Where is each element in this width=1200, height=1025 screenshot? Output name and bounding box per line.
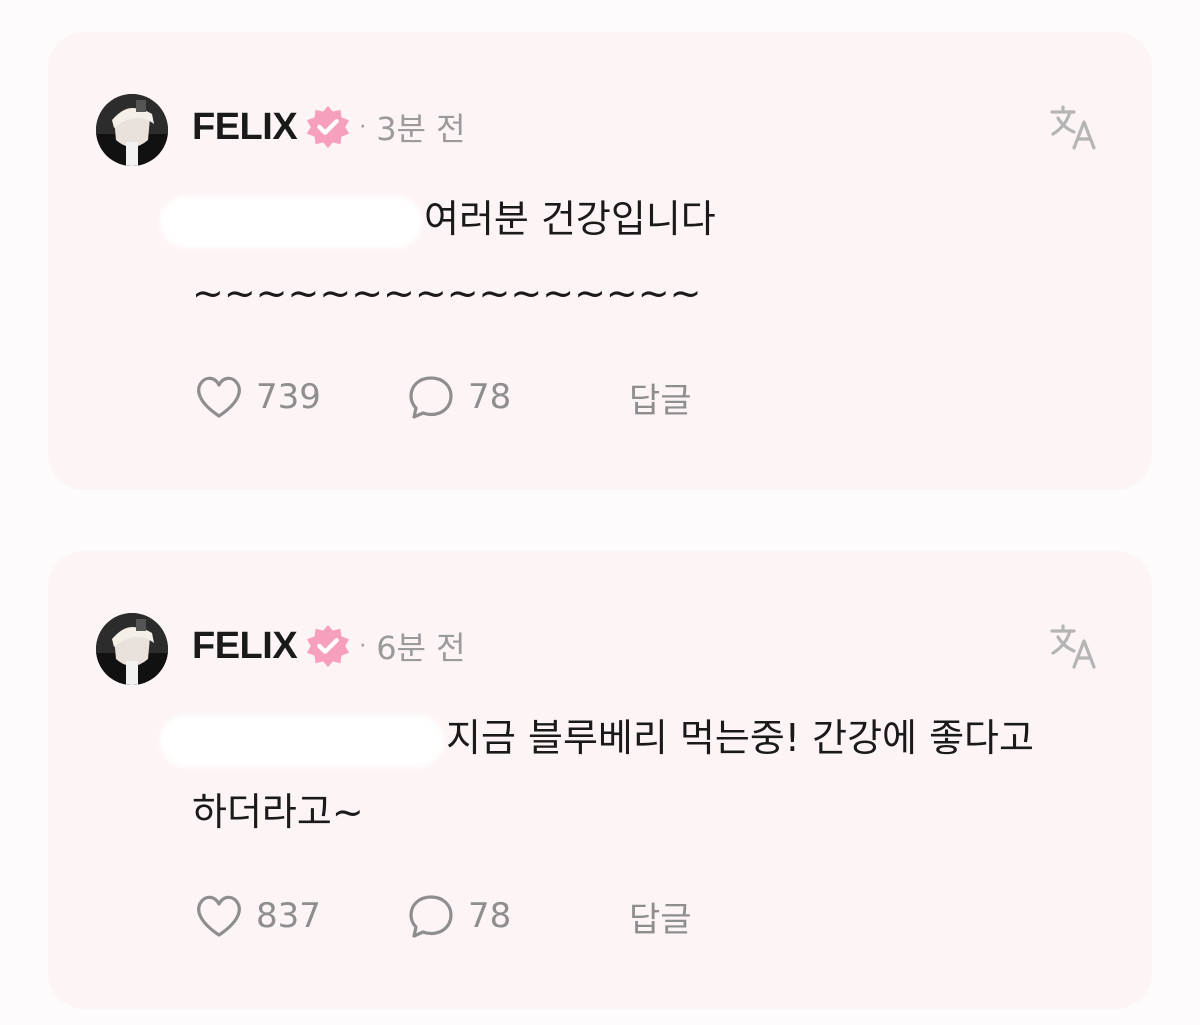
like-button[interactable]: 739	[192, 370, 404, 424]
translate-icon[interactable]	[1048, 102, 1100, 154]
comment-button[interactable]: 78	[404, 370, 629, 424]
comment-text-line: ~~~~~~~~~~~~~~~~	[192, 271, 702, 315]
separator-dot: ·	[359, 633, 367, 659]
heart-icon	[197, 376, 241, 418]
like-count: 837	[256, 896, 321, 936]
comment-actions: 739 78 답글	[192, 370, 692, 424]
comment-header: FELIX · 6분 전	[192, 621, 466, 671]
comment-feed: FELIX · 3분 전 여러분 건강입니다 ~~~~~~~~~~~~~~~~	[0, 0, 1200, 1025]
speech-bubble-icon	[409, 895, 453, 938]
reply-button[interactable]: 답글	[629, 892, 692, 941]
comment-text-line: 지금 블루베리 먹는중! 간강에 좋다고	[446, 716, 1034, 760]
redacted-mention	[166, 201, 416, 242]
comment-text-line: 하더라고~	[192, 790, 364, 834]
comment-card: FELIX · 3분 전 여러분 건강입니다 ~~~~~~~~~~~~~~~~	[48, 32, 1152, 490]
author-name[interactable]: FELIX	[192, 106, 298, 149]
timestamp: 3분 전	[376, 110, 466, 148]
heart-icon	[197, 895, 241, 937]
like-count: 739	[256, 377, 321, 417]
comment-card: FELIX · 6분 전 지금 블루베리 먹는중! 간강에 좋다고 하더라고~	[48, 551, 1152, 1009]
comment-button[interactable]: 78	[404, 889, 629, 943]
like-button[interactable]: 837	[192, 889, 404, 943]
comment-text: 지금 블루베리 먹는중! 간강에 좋다고 하더라고~	[166, 701, 1102, 849]
avatar[interactable]	[96, 613, 168, 685]
comment-actions: 837 78 답글	[192, 889, 692, 943]
verified-badge-icon	[307, 624, 350, 668]
comment-count: 78	[468, 377, 512, 417]
avatar[interactable]	[96, 94, 168, 166]
comment-text-line: 여러분 건강입니다	[424, 197, 716, 241]
verified-badge-icon	[307, 105, 350, 149]
comment-count: 78	[468, 896, 512, 936]
reply-button[interactable]: 답글	[629, 373, 692, 422]
comment-header: FELIX · 3분 전	[192, 102, 466, 152]
redacted-mention	[166, 720, 438, 761]
author-name[interactable]: FELIX	[192, 625, 298, 668]
timestamp: 6분 전	[376, 629, 466, 667]
comment-text: 여러분 건강입니다 ~~~~~~~~~~~~~~~~	[166, 182, 1102, 330]
translate-icon[interactable]	[1048, 621, 1100, 673]
speech-bubble-icon	[409, 376, 453, 419]
separator-dot: ·	[359, 114, 367, 140]
